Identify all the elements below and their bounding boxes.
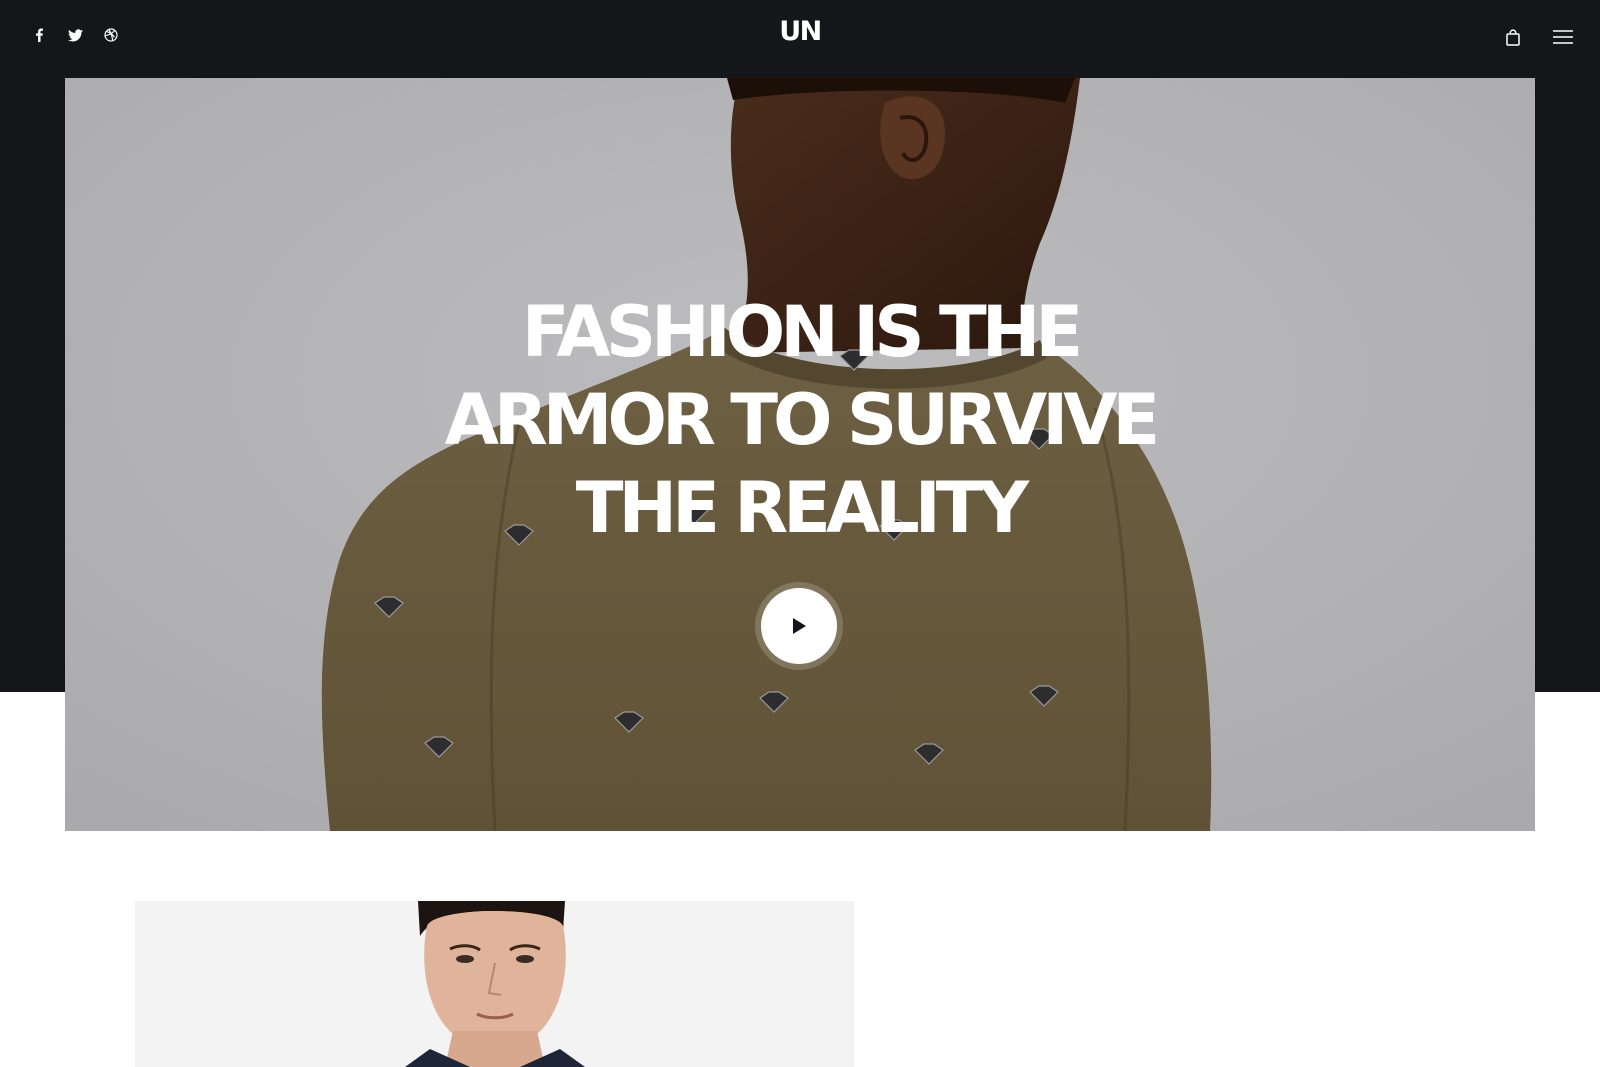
site-logo: UN [0,16,1600,47]
product-image-card[interactable] [135,901,854,1067]
logo-text[interactable]: UN [779,16,822,47]
twitter-icon[interactable] [64,24,86,46]
shopping-bag-icon[interactable] [1500,24,1526,50]
model-portrait-image [135,901,854,1067]
site-header: UN [0,0,1600,78]
hero-banner: FASHION IS THE ARMOR TO SURVIVE THE REAL… [65,78,1535,831]
hero-headline-line-1: FASHION IS THE [521,291,1083,373]
page: UN FASHION IS THE ARMOR TO SURVIVE THE R… [0,0,1600,1067]
play-video-button[interactable] [761,588,837,664]
hamburger-menu-icon[interactable] [1550,24,1576,50]
play-icon [793,618,806,634]
dribbble-icon[interactable] [100,24,122,46]
hero-headline: FASHION IS THE ARMOR TO SURVIVE THE REAL… [65,288,1535,552]
social-links [28,24,122,46]
hero-headline-line-3: THE REALITY [575,467,1030,549]
header-actions [1500,24,1576,50]
hero-headline-line-2: ARMOR TO SURVIVE [444,379,1161,461]
facebook-icon[interactable] [28,24,50,46]
